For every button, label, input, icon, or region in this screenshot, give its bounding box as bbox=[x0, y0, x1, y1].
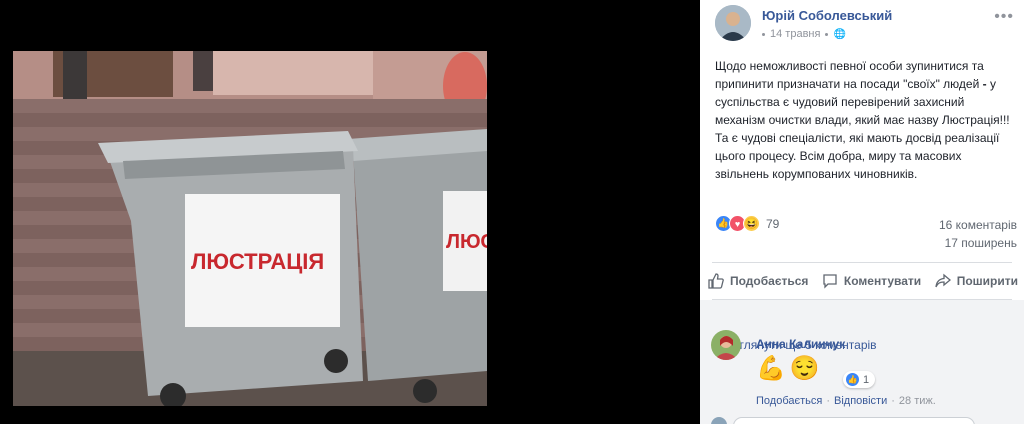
post-author[interactable]: Юрій Соболевський bbox=[762, 8, 892, 23]
person-mid bbox=[193, 51, 213, 91]
reply-input[interactable] bbox=[733, 417, 975, 424]
post-actions: Подобається Коментувати Поширити bbox=[708, 270, 1018, 292]
globe-icon: 🌐 bbox=[833, 28, 846, 40]
share-button[interactable]: Поширити bbox=[935, 270, 1018, 292]
comment-actions: Подобається · Відповісти · 28 тиж. bbox=[756, 395, 936, 407]
commenter-avatar[interactable] bbox=[711, 330, 741, 360]
person-left bbox=[63, 51, 87, 101]
post-text: Щодо неможливості певної особи зупинитис… bbox=[715, 57, 1015, 183]
photo-viewer: ЛЮСТ ЛЮСТРАЦІЯ bbox=[0, 0, 700, 424]
comment-button[interactable]: Коментувати bbox=[822, 270, 921, 292]
separator-dot bbox=[825, 32, 829, 36]
like-reaction-icon: 👍 bbox=[846, 373, 859, 386]
comment-like-link[interactable]: Подобається bbox=[756, 395, 822, 407]
separator-dot: · bbox=[826, 395, 830, 407]
reactions-count: 79 bbox=[766, 216, 780, 231]
svg-text:ЛЮСТРАЦІЯ: ЛЮСТРАЦІЯ bbox=[191, 249, 324, 274]
container-right: ЛЮСТ bbox=[348, 129, 487, 403]
post-text-part2: у суспільства є чудовий перевірений захи… bbox=[715, 77, 1010, 181]
photo-illustration: ЛЮСТ ЛЮСТРАЦІЯ bbox=[13, 51, 487, 406]
separator-dot bbox=[762, 32, 765, 36]
author-avatar[interactable] bbox=[715, 5, 751, 41]
reactions-summary[interactable]: 👍 ♥ 😆 79 bbox=[715, 215, 779, 232]
comment-author[interactable]: Анна Калинчук bbox=[756, 337, 845, 351]
haha-reaction-icon: 😆 bbox=[743, 215, 760, 232]
door-frame bbox=[213, 51, 373, 95]
shares-count[interactable]: 17 поширень bbox=[945, 236, 1017, 250]
share-button-label: Поширити bbox=[956, 274, 1018, 288]
svg-text:ЛЮСТ: ЛЮСТ bbox=[446, 231, 487, 253]
comment-reaction-count: 1 bbox=[863, 373, 870, 386]
like-button[interactable]: Подобається bbox=[708, 270, 808, 292]
comments-count[interactable]: 16 коментарів bbox=[939, 218, 1017, 232]
comment-time[interactable]: 28 тиж. bbox=[899, 395, 936, 407]
post-photo[interactable]: ЛЮСТ ЛЮСТРАЦІЯ bbox=[13, 51, 487, 406]
comment-reactions[interactable]: 👍 1 bbox=[843, 371, 876, 388]
like-button-label: Подобається bbox=[730, 274, 809, 288]
post-text-part1: Щодо неможливості певної особи зупинитис… bbox=[715, 59, 984, 91]
comment-button-label: Коментувати bbox=[843, 274, 922, 288]
comment-reply-link[interactable]: Відповісти bbox=[834, 395, 887, 407]
thumbs-up-icon bbox=[708, 273, 724, 289]
post-meta: 14 травня 🌐 bbox=[762, 28, 846, 40]
share-icon bbox=[935, 273, 951, 288]
ellipsis-icon[interactable]: ••• bbox=[994, 8, 1014, 26]
comment-icon bbox=[823, 274, 837, 289]
divider bbox=[712, 262, 1012, 263]
post-date[interactable]: 14 травня bbox=[770, 28, 820, 40]
separator-dot: · bbox=[891, 395, 895, 407]
